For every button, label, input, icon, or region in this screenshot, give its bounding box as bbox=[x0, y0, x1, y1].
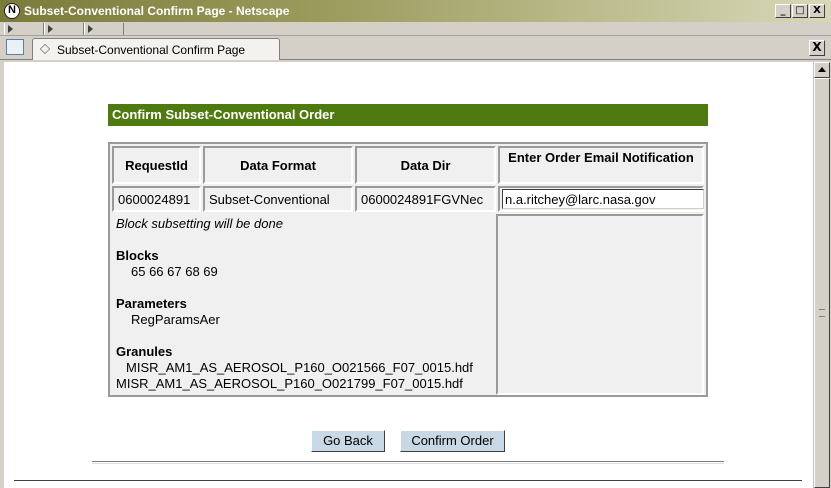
column-header-data-dir: Data Dir bbox=[355, 146, 496, 184]
window-title: Subset-Conventional Confirm Page - Netsc… bbox=[24, 4, 290, 18]
page-content: Confirm Subset-Conventional Order Reques… bbox=[4, 62, 813, 488]
column-header-request-id: RequestId bbox=[112, 146, 201, 184]
tab-list-icon[interactable] bbox=[6, 39, 24, 55]
minimize-button[interactable]: _ bbox=[775, 4, 791, 18]
go-back-button[interactable]: Go Back bbox=[311, 430, 385, 452]
tab-current[interactable]: Subset-Conventional Confirm Page bbox=[32, 38, 280, 60]
blocks-value: 65 66 67 68 69 bbox=[131, 264, 218, 279]
parameters-label: Parameters bbox=[116, 296, 187, 311]
tab-bar: Subset-Conventional Confirm Page X bbox=[0, 36, 831, 60]
vertical-scrollbar[interactable] bbox=[813, 62, 830, 488]
request-id-value: 0600024891 bbox=[112, 186, 201, 212]
email-column-filler bbox=[496, 214, 704, 395]
tab-label: Subset-Conventional Confirm Page bbox=[57, 43, 246, 57]
column-header-data-format: Data Format bbox=[203, 146, 353, 184]
divider bbox=[14, 480, 802, 481]
netscape-logo-icon bbox=[4, 3, 20, 19]
scrollbar-thumb[interactable] bbox=[814, 78, 830, 488]
parameters-value: RegParamsAer bbox=[131, 312, 220, 327]
confirm-order-button[interactable]: Confirm Order bbox=[400, 430, 505, 452]
order-details: Block subsetting will be done Blocks 65 … bbox=[116, 216, 498, 392]
toolbar-grip-2[interactable] bbox=[44, 23, 84, 35]
toolbar-grips bbox=[0, 22, 831, 36]
data-dir-value: 0600024891FGVNec bbox=[355, 186, 496, 212]
page-header: Confirm Subset-Conventional Order bbox=[108, 104, 708, 126]
column-header-email: Enter Order Email Notification bbox=[498, 146, 704, 184]
maximize-button[interactable]: □ bbox=[792, 4, 808, 18]
scrollbar-grip-icon bbox=[819, 309, 825, 317]
blocks-label: Blocks bbox=[116, 248, 159, 263]
toolbar-grip-3[interactable] bbox=[84, 23, 124, 35]
granule-item: MISR_AM1_AS_AEROSOL_P160_O021566_F07_001… bbox=[126, 360, 473, 375]
granule-item: MISR_AM1_AS_AEROSOL_P160_O021799_F07_001… bbox=[116, 376, 463, 391]
browser-window: Subset-Conventional Confirm Page - Netsc… bbox=[0, 0, 831, 488]
granules-label: Granules bbox=[116, 344, 173, 359]
close-tab-button[interactable]: X bbox=[809, 40, 825, 56]
page-icon bbox=[39, 43, 51, 55]
title-bar: Subset-Conventional Confirm Page - Netsc… bbox=[0, 0, 831, 22]
order-table: RequestId Data Format Data Dir Enter Ord… bbox=[108, 142, 708, 397]
data-format-value: Subset-Conventional bbox=[203, 186, 353, 212]
toolbar-grip-1[interactable] bbox=[4, 23, 44, 35]
scroll-up-arrow-icon[interactable] bbox=[814, 62, 830, 78]
subsetting-note: Block subsetting will be done bbox=[116, 216, 283, 231]
close-window-button[interactable]: X bbox=[809, 4, 825, 18]
email-notification-input[interactable] bbox=[502, 189, 704, 209]
divider bbox=[92, 461, 724, 464]
